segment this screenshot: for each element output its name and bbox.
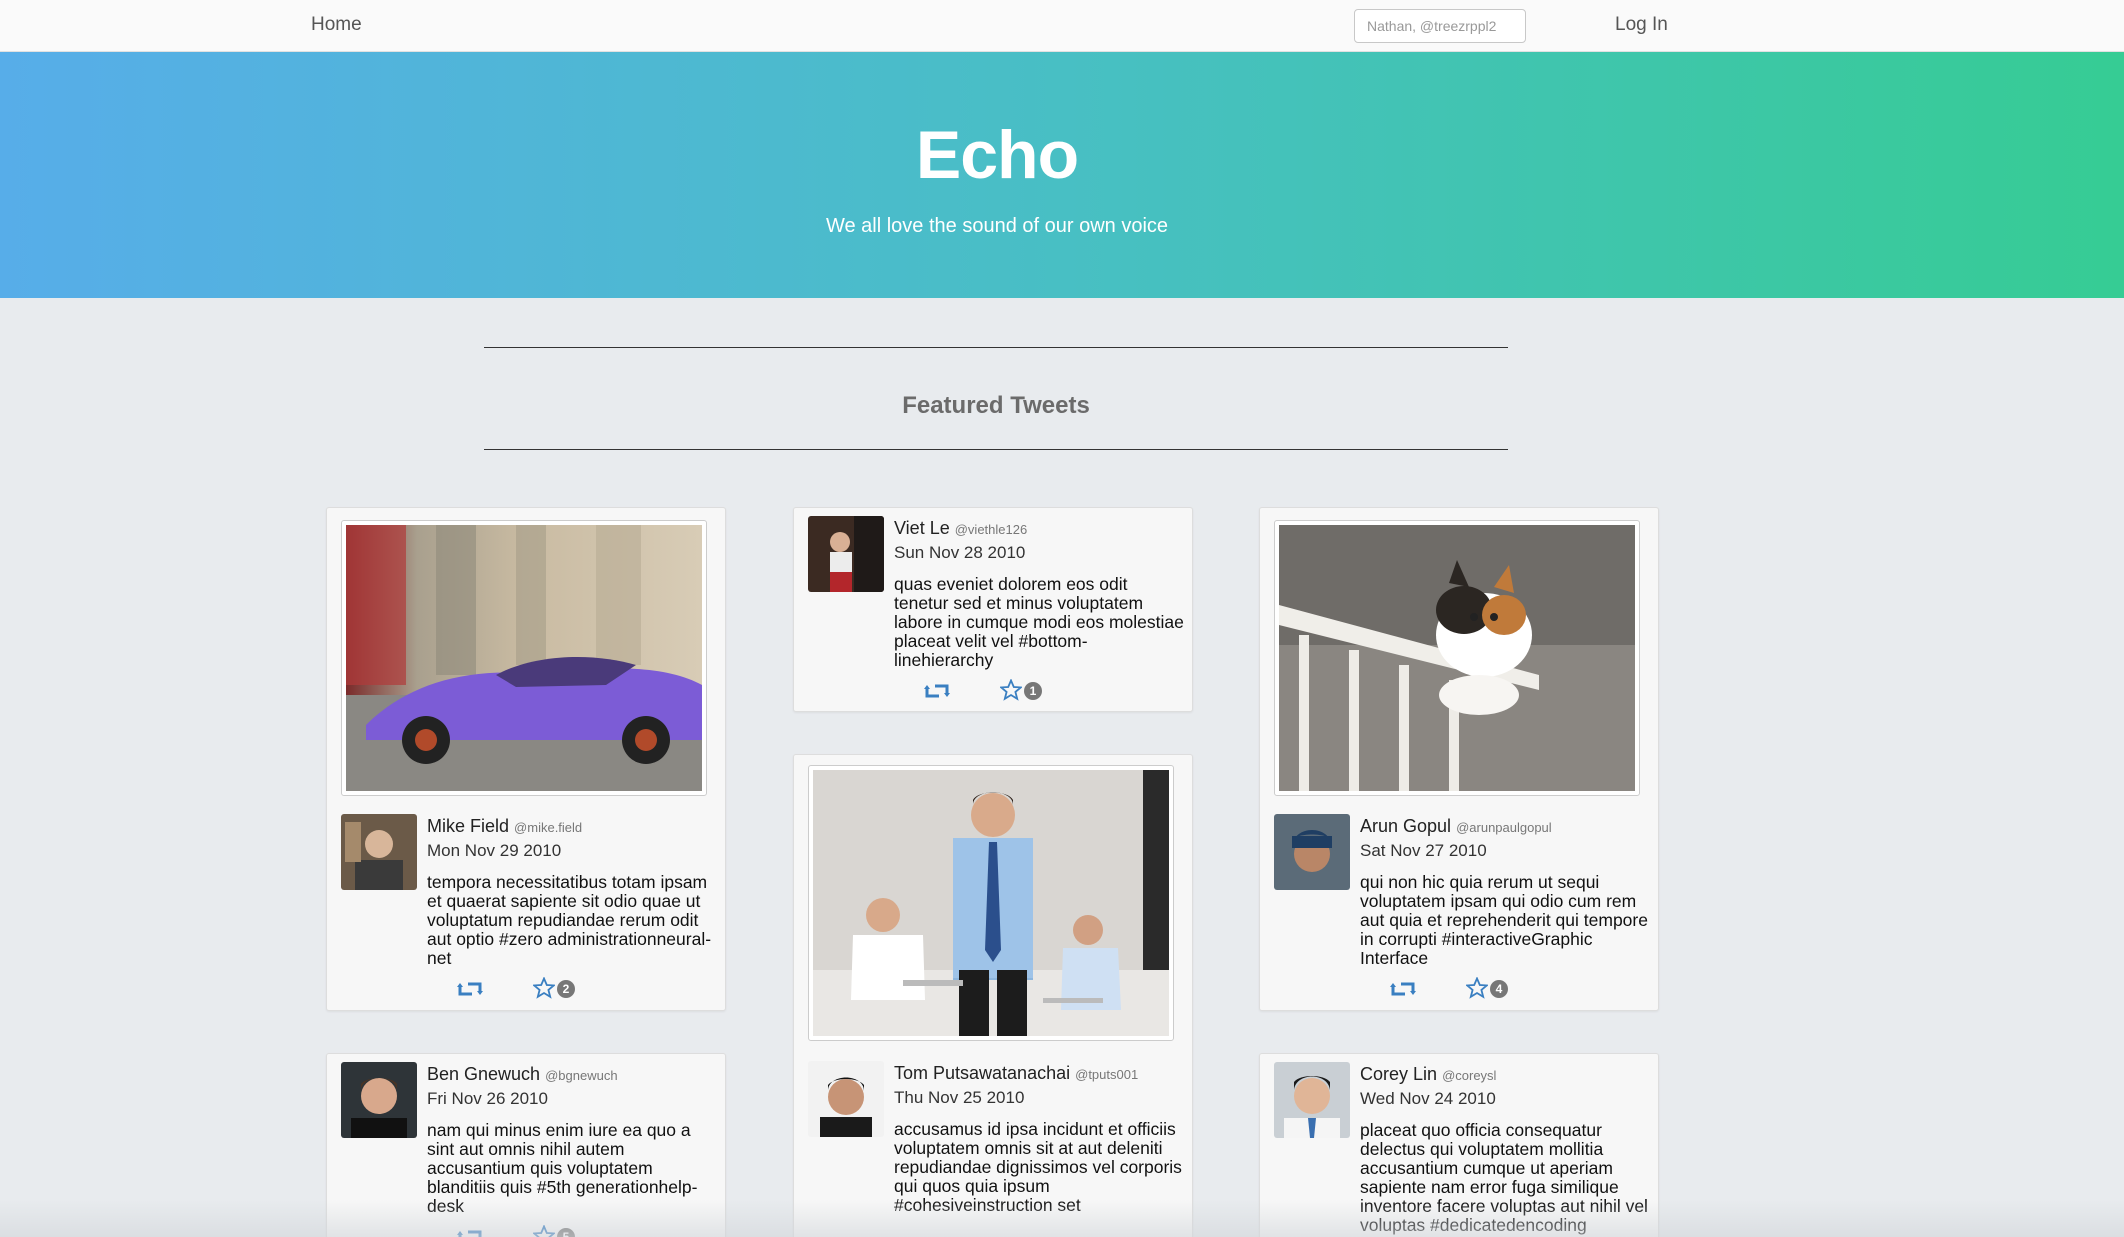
author-name[interactable]: Mike Field xyxy=(427,816,509,836)
divider-bottom xyxy=(484,449,1508,450)
author-handle[interactable]: @coreysl xyxy=(1442,1068,1496,1083)
tweet-date: Fri Nov 26 2010 xyxy=(427,1089,548,1108)
tweet-text: placeat quo officia consequatur delectus… xyxy=(1360,1120,1648,1235)
retweet-icon[interactable] xyxy=(924,680,950,702)
avatar[interactable] xyxy=(1274,814,1350,890)
retweet-icon[interactable] xyxy=(457,1226,483,1237)
tweet-photo[interactable] xyxy=(341,520,707,796)
author-handle[interactable]: @tputs001 xyxy=(1075,1067,1138,1082)
tweet-date: Sun Nov 28 2010 xyxy=(894,543,1026,562)
tweet-photo[interactable] xyxy=(808,765,1174,1041)
author-handle[interactable]: @bgnewuch xyxy=(545,1068,617,1083)
tweet-author: Arun Gopul @arunpaulgopul xyxy=(1360,816,1552,837)
hero-banner: Echo We all love the sound of our own vo… xyxy=(0,52,2124,298)
tweet-author: Mike Field @mike.field xyxy=(427,816,582,837)
star-icon[interactable] xyxy=(1466,977,1488,999)
tweet-text: nam qui minus enim iure ea quo a sint au… xyxy=(427,1120,698,1216)
author-name[interactable]: Corey Lin xyxy=(1360,1064,1437,1084)
avatar[interactable] xyxy=(341,1062,417,1138)
author-handle[interactable]: @arunpaulgopul xyxy=(1456,820,1552,835)
avatar[interactable] xyxy=(808,516,884,592)
avatar[interactable] xyxy=(341,814,417,890)
tweet-text: tempora necessitatibus totam ipsam et qu… xyxy=(427,872,712,968)
favorite-count-badge: 5 xyxy=(557,1228,575,1237)
login-link[interactable]: Log In xyxy=(1615,14,1668,36)
tweet-card: Mike Field @mike.field Mon Nov 29 2010 t… xyxy=(326,507,726,1011)
hero-title: Echo xyxy=(915,117,1079,193)
tweet-date: Mon Nov 29 2010 xyxy=(427,841,562,860)
author-name[interactable]: Arun Gopul xyxy=(1360,816,1451,836)
tweet-card: Viet Le @viethle126 Sun Nov 28 2010 quas… xyxy=(793,507,1193,712)
favorite-count-badge: 2 xyxy=(557,980,575,998)
tweet-text: accusamus id ipsa incidunt et officiis v… xyxy=(894,1119,1182,1215)
tweet-author: Viet Le @viethle126 xyxy=(894,518,1027,539)
nav-home-link[interactable]: Home xyxy=(311,14,362,36)
star-icon[interactable] xyxy=(533,1225,555,1237)
favorite-count-badge: 1 xyxy=(1024,682,1042,700)
avatar[interactable] xyxy=(1274,1062,1350,1138)
author-name[interactable]: Ben Gnewuch xyxy=(427,1064,540,1084)
user-search-input[interactable] xyxy=(1354,9,1526,43)
tweet-card: Tom Putsawatanachai @tputs001 Thu Nov 25… xyxy=(793,754,1193,1237)
tweet-author: Tom Putsawatanachai @tputs001 xyxy=(894,1063,1138,1084)
author-handle[interactable]: @mike.field xyxy=(514,820,582,835)
author-handle[interactable]: @viethle126 xyxy=(955,522,1027,537)
tweet-photo[interactable] xyxy=(1274,520,1640,796)
favorite-count-badge: 4 xyxy=(1490,980,1508,998)
tweet-author: Ben Gnewuch @bgnewuch xyxy=(427,1064,618,1085)
tweet-text: qui non hic quia rerum ut sequi voluptat… xyxy=(1360,872,1648,968)
tweet-date: Thu Nov 25 2010 xyxy=(894,1088,1025,1107)
star-icon[interactable] xyxy=(1000,679,1022,701)
author-name[interactable]: Tom Putsawatanachai xyxy=(894,1063,1070,1083)
tweet-author: Corey Lin @coreysl xyxy=(1360,1064,1496,1085)
retweet-icon[interactable] xyxy=(457,978,483,1000)
tweet-date: Wed Nov 24 2010 xyxy=(1360,1089,1496,1108)
tweet-card: Ben Gnewuch @bgnewuch Fri Nov 26 2010 na… xyxy=(326,1053,726,1237)
retweet-icon[interactable] xyxy=(1390,978,1416,1000)
tweet-card: Corey Lin @coreysl Wed Nov 24 2010 place… xyxy=(1259,1053,1659,1237)
author-name[interactable]: Viet Le xyxy=(894,518,950,538)
tweet-text: quas eveniet dolorem eos odit tenetur se… xyxy=(894,574,1184,670)
top-navbar: Home Log In xyxy=(0,0,2124,52)
avatar[interactable] xyxy=(808,1061,884,1137)
tweet-date: Sat Nov 27 2010 xyxy=(1360,841,1487,860)
divider-top xyxy=(484,347,1508,348)
featured-title: Featured Tweets xyxy=(902,392,1090,419)
hero-subtitle: We all love the sound of our own voice xyxy=(825,215,1169,237)
star-icon[interactable] xyxy=(533,977,555,999)
tweet-card: Arun Gopul @arunpaulgopul Sat Nov 27 201… xyxy=(1259,507,1659,1011)
